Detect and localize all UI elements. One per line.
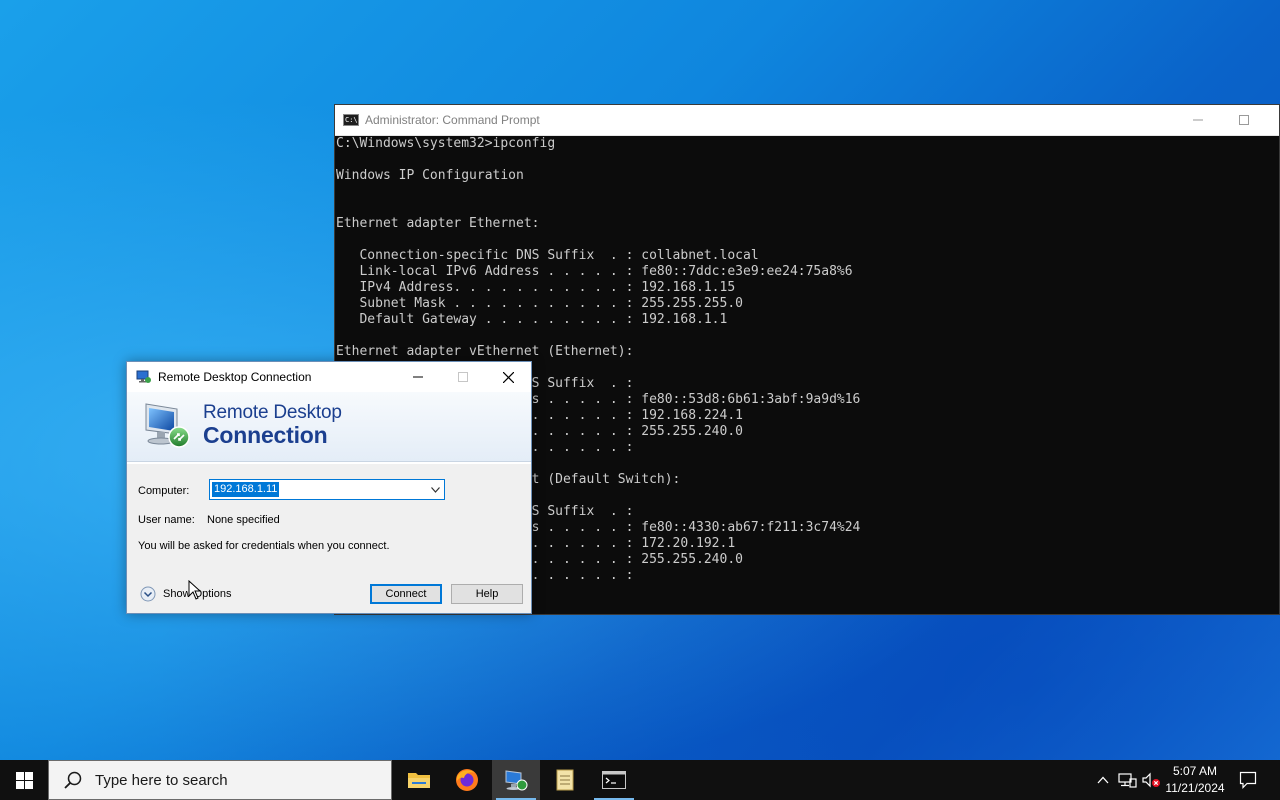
action-center-button[interactable] (1234, 760, 1262, 800)
minimize-button[interactable] (1175, 105, 1221, 135)
cmd-output-line (336, 184, 1279, 200)
cmd-output-line: Ethernet adapter vEthernet (Ethernet): (336, 344, 634, 359)
notepad-icon (556, 769, 574, 791)
minimize-icon (1193, 119, 1203, 121)
rdc-title-icon (136, 370, 152, 384)
command-prompt-icon (602, 771, 626, 789)
cmd-output-line: Connection-specific DNS Suffix . : colla… (336, 248, 759, 263)
taskbar-command-prompt[interactable] (590, 760, 638, 800)
chevron-up-icon (1097, 776, 1109, 784)
cmd-titlebar[interactable]: C:\ Administrator: Command Prompt (335, 105, 1279, 136)
cmd-output-line (336, 200, 1279, 216)
cmd-output-line: IPv4 Address. . . . . . . . . . . : 192.… (336, 280, 736, 295)
system-clock[interactable]: 5:07 AM 11/21/2024 (1158, 763, 1232, 797)
start-button[interactable] (0, 760, 48, 800)
rdc-close-button[interactable] (485, 362, 531, 392)
cmd-window-title: Administrator: Command Prompt (365, 113, 540, 127)
close-icon (502, 371, 514, 383)
rdc-window-title: Remote Desktop Connection (158, 370, 312, 384)
network-status-button[interactable] (1115, 760, 1139, 800)
username-value: None specified (207, 514, 280, 526)
cmd-output-line: Windows IP Configuration (336, 168, 524, 183)
taskbar: Type here to search 5:07 AM 11/21/2024 (0, 760, 1280, 800)
rdc-titlebar[interactable]: Remote Desktop Connection (127, 362, 531, 392)
taskbar-remote-desktop[interactable] (492, 760, 540, 800)
clock-time: 5:07 AM (1172, 764, 1218, 778)
cmd-output-line: Default Gateway . . . . . . . . . : 192.… (336, 312, 728, 327)
cmd-app-icon: C:\ (343, 114, 359, 126)
computer-combobox[interactable]: 192.168.1.11 (209, 479, 445, 500)
maximize-icon (1239, 115, 1249, 125)
search-icon (64, 771, 82, 789)
rdc-heading-line2: Connection (203, 422, 328, 448)
windows-logo-icon (15, 771, 33, 789)
show-options-chevron-icon[interactable] (140, 586, 156, 602)
firefox-icon (456, 769, 478, 791)
file-explorer-icon (408, 773, 430, 788)
cmd-output-line (336, 152, 1279, 168)
maximize-button[interactable] (1221, 105, 1267, 135)
remote-desktop-icon (505, 770, 528, 791)
computer-input-value[interactable]: 192.168.1.11 (212, 482, 280, 497)
clock-date: 11/21/2024 (1165, 781, 1225, 795)
taskbar-search-box[interactable]: Type here to search (48, 760, 392, 800)
cmd-output-line (336, 328, 1279, 344)
username-label: User name: (138, 514, 195, 526)
rdc-heading-line1: Remote Desktop (203, 402, 342, 423)
cmd-output-line: Ethernet adapter Ethernet: (336, 216, 540, 231)
help-button[interactable]: Help (451, 584, 523, 604)
cmd-output-line: Link-local IPv6 Address . . . . . : fe80… (336, 264, 853, 279)
minimize-icon (413, 376, 423, 378)
connect-button[interactable]: Connect (370, 584, 442, 604)
network-icon (1118, 773, 1137, 788)
cmd-output-line: Subnet Mask . . . . . . . . . . . : 255.… (336, 296, 743, 311)
chevron-down-icon[interactable] (426, 480, 444, 499)
notification-icon (1239, 771, 1257, 789)
credentials-info-text: You will be asked for credentials when y… (138, 540, 390, 552)
search-placeholder: Type here to search (95, 771, 228, 789)
taskbar-file-explorer[interactable] (395, 760, 443, 800)
remote-desktop-logo-icon (143, 400, 193, 450)
maximize-icon (458, 372, 468, 382)
taskbar-notepad[interactable] (541, 760, 589, 800)
rdc-maximize-button (440, 362, 486, 392)
taskbar-firefox[interactable] (443, 760, 491, 800)
rdc-dialog[interactable]: Remote Desktop Connection Remote Desktop… (126, 361, 532, 614)
cmd-output-line (336, 232, 1279, 248)
cmd-output-line: C:\Windows\system32>ipconfig (336, 136, 556, 151)
show-hidden-icons-button[interactable] (1093, 760, 1113, 800)
rdc-minimize-button[interactable] (395, 362, 441, 392)
rdc-banner: Remote Desktop Connection (127, 392, 531, 464)
mouse-cursor-icon (188, 579, 202, 600)
banner-divider (127, 462, 531, 464)
computer-label: Computer: (138, 485, 190, 497)
